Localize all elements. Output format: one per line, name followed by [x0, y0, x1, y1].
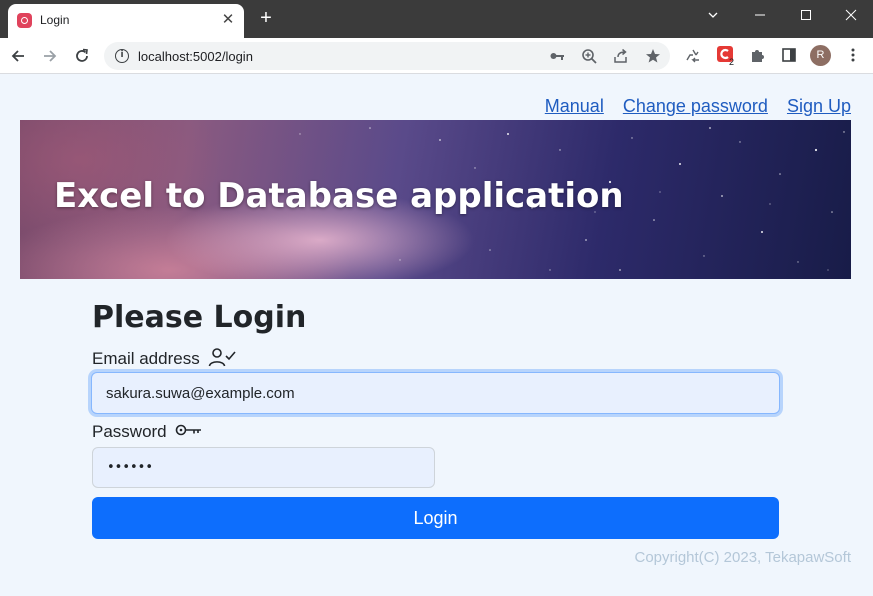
maximize-window-button[interactable]: [783, 0, 829, 30]
minimize-window-button[interactable]: [737, 0, 783, 30]
manual-link[interactable]: Manual: [545, 96, 604, 116]
key-saved-icon[interactable]: [548, 47, 566, 65]
password-label-row: Password: [92, 422, 203, 443]
tab-title: Login: [40, 13, 70, 27]
extension-badge-count: 2: [729, 57, 735, 67]
profile-avatar[interactable]: R: [810, 45, 831, 66]
change-password-link[interactable]: Change password: [623, 96, 768, 116]
bookmark-star-icon[interactable]: [644, 47, 662, 65]
close-tab-icon[interactable]: ✕: [220, 12, 236, 28]
browser-toolbar: i localhost:5002/login: [0, 38, 873, 74]
key-icon: [175, 422, 203, 443]
email-label-row: Email address: [92, 347, 237, 372]
close-window-button[interactable]: [828, 0, 873, 30]
sign-up-link[interactable]: Sign Up: [787, 96, 851, 116]
copyright-text: Copyright(C) 2023, TekapawSoft: [634, 549, 851, 566]
banner-title: Excel to Database application: [54, 176, 624, 216]
side-panel-icon[interactable]: [779, 45, 799, 65]
email-label: Email address: [92, 348, 200, 368]
password-label: Password: [92, 422, 167, 441]
address-bar[interactable]: i localhost:5002/login: [104, 42, 670, 70]
login-button[interactable]: Login: [92, 497, 779, 539]
top-nav-links: Manual Change password Sign Up: [531, 96, 851, 117]
recycle-icon[interactable]: [683, 46, 703, 66]
user-check-icon: [208, 347, 237, 372]
tab-search-icon[interactable]: [690, 0, 736, 30]
kebab-menu-icon[interactable]: [843, 45, 863, 65]
forward-icon[interactable]: [39, 45, 61, 67]
hero-banner: Excel to Database application: [20, 120, 851, 279]
new-tab-button[interactable]: +: [256, 8, 276, 28]
back-icon[interactable]: [7, 45, 29, 67]
site-info-icon[interactable]: i: [115, 49, 129, 63]
puzzle-icon[interactable]: [747, 45, 767, 65]
password-input[interactable]: [92, 447, 435, 488]
email-input[interactable]: [91, 372, 780, 414]
app-favicon-icon: [17, 13, 32, 28]
url-text[interactable]: localhost:5002/login: [138, 49, 253, 64]
browser-tab[interactable]: Login ✕: [8, 4, 244, 38]
login-heading: Please Login: [92, 300, 307, 335]
browser-titlebar: Login ✕ +: [0, 0, 873, 38]
reload-icon[interactable]: [71, 45, 93, 67]
zoom-icon[interactable]: [580, 47, 598, 65]
share-icon[interactable]: [612, 47, 630, 65]
